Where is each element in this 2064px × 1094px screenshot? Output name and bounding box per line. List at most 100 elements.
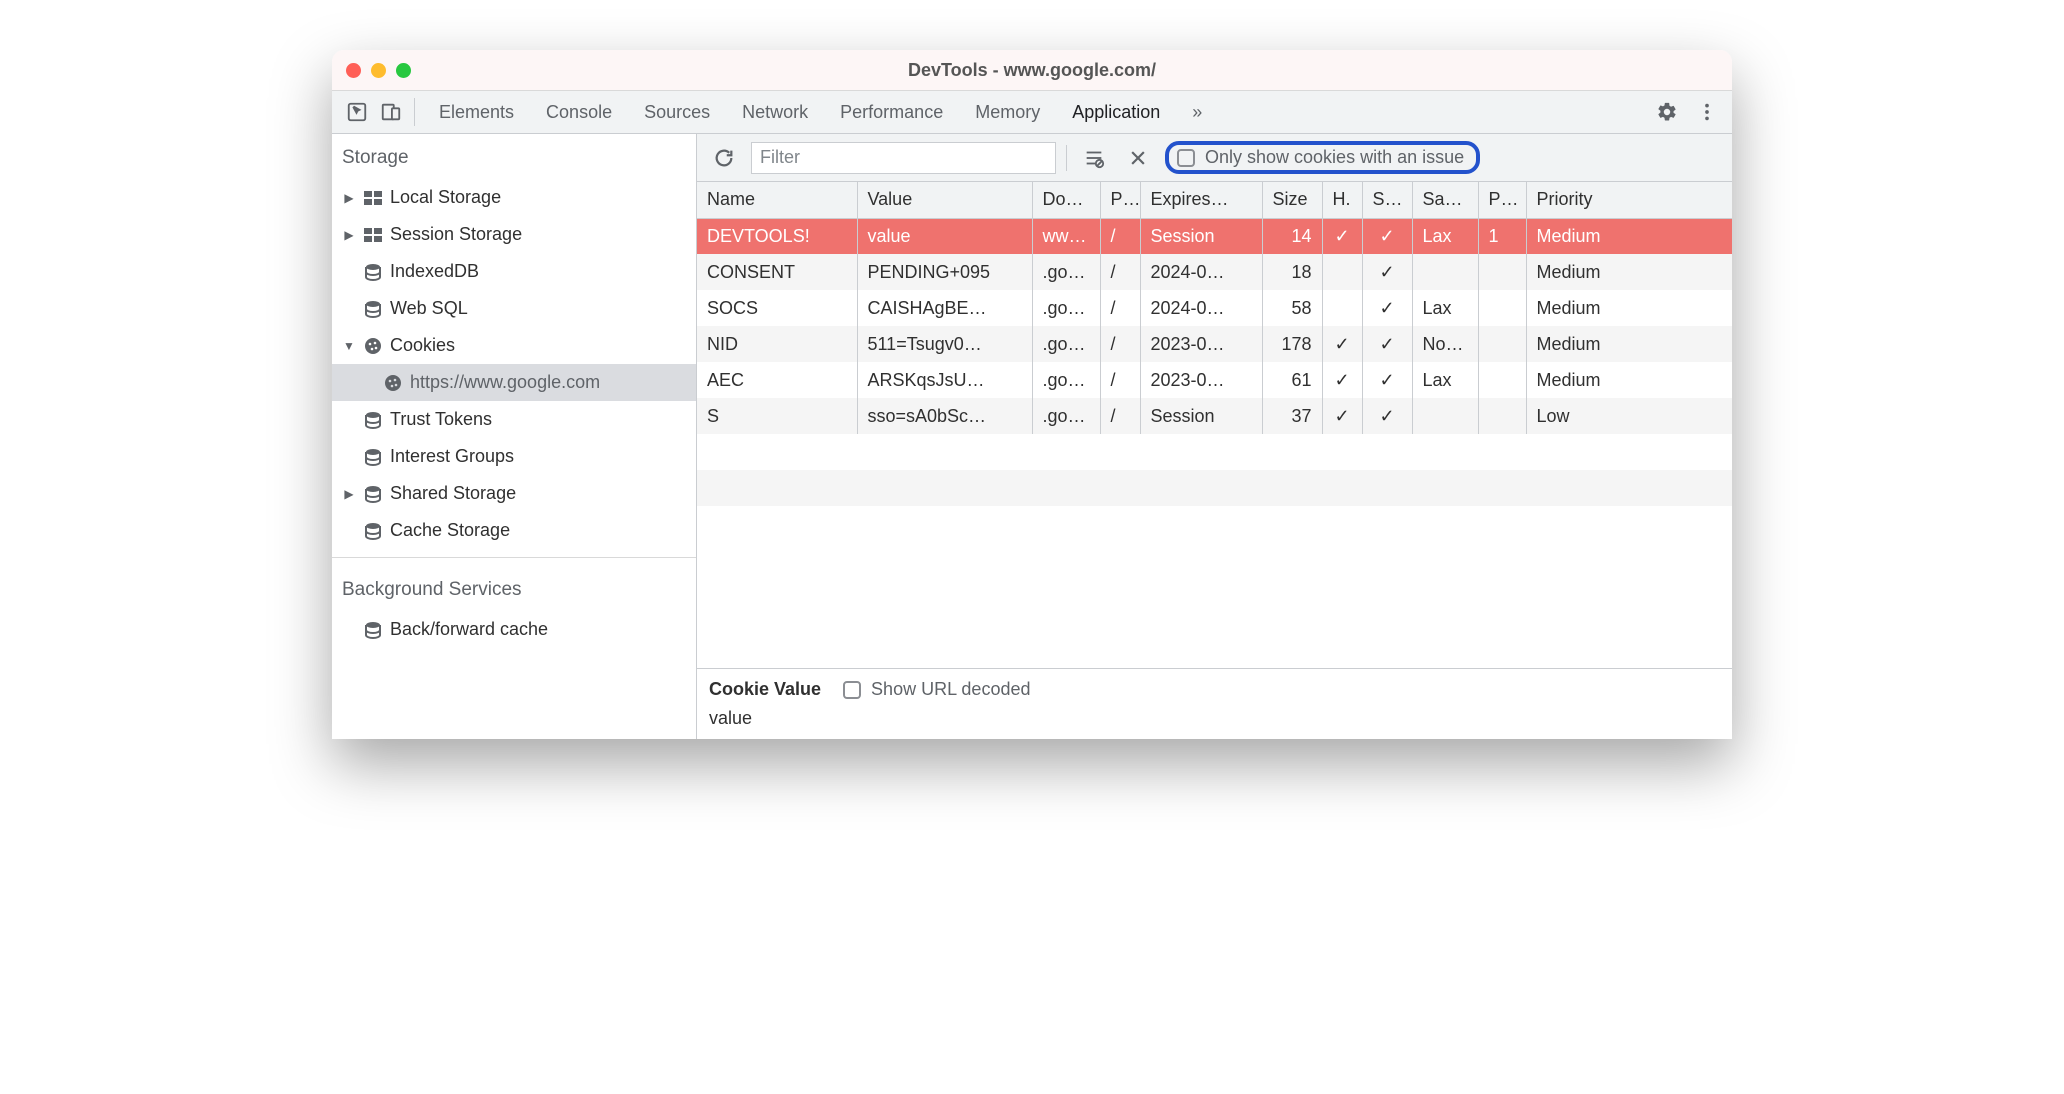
cell-size[interactable]: 178	[1262, 326, 1322, 362]
window-close-button[interactable]	[346, 63, 361, 78]
cell-http[interactable]: ✓	[1322, 326, 1362, 362]
col-domain[interactable]: Do…	[1032, 182, 1100, 218]
tab-application[interactable]: Application	[1072, 102, 1160, 123]
cell-value[interactable]: PENDING+095	[857, 254, 1032, 290]
cell-expires[interactable]: Session	[1140, 398, 1262, 434]
refresh-icon[interactable]	[707, 141, 741, 175]
cell-size[interactable]: 18	[1262, 254, 1322, 290]
cell-name[interactable]: DEVTOOLS!	[697, 218, 857, 254]
cell-secure[interactable]: ✓	[1362, 254, 1412, 290]
cell-value[interactable]: CAISHAgBE…	[857, 290, 1032, 326]
cell-priority[interactable]: Medium	[1526, 290, 1732, 326]
url-decoded-checkbox[interactable]	[843, 681, 861, 699]
cell-samesite[interactable]: Lax	[1412, 362, 1478, 398]
cell-priority[interactable]: Medium	[1526, 326, 1732, 362]
table-row[interactable]: DEVTOOLS!valueww…/Session14✓✓Lax1Medium	[697, 218, 1732, 254]
sidebar-item-bf-cache[interactable]: Back/forward cache	[332, 611, 696, 648]
sidebar-item-cache-storage[interactable]: Cache Storage	[332, 512, 696, 549]
cell-priority[interactable]: Medium	[1526, 362, 1732, 398]
window-maximize-button[interactable]	[396, 63, 411, 78]
cell-value[interactable]: sso=sA0bSc…	[857, 398, 1032, 434]
cell-partition[interactable]	[1478, 326, 1526, 362]
table-row[interactable]: NID511=Tsugv0….go…/2023-0…178✓✓No…Medium	[697, 326, 1732, 362]
cell-size[interactable]: 58	[1262, 290, 1322, 326]
tab-elements[interactable]: Elements	[439, 102, 514, 123]
filter-input[interactable]	[751, 142, 1056, 174]
cell-size[interactable]: 61	[1262, 362, 1322, 398]
cell-size[interactable]: 14	[1262, 218, 1322, 254]
url-decoded-toggle[interactable]: Show URL decoded	[843, 679, 1030, 700]
tab-network[interactable]: Network	[742, 102, 808, 123]
cell-secure[interactable]: ✓	[1362, 326, 1412, 362]
cell-path[interactable]: /	[1100, 218, 1140, 254]
col-partition[interactable]: P…	[1478, 182, 1526, 218]
col-samesite[interactable]: Sa…	[1412, 182, 1478, 218]
issues-checkbox[interactable]	[1177, 149, 1195, 167]
sidebar-item-local-storage[interactable]: ▶ Local Storage	[332, 179, 696, 216]
issues-filter-highlighted[interactable]: Only show cookies with an issue	[1165, 141, 1480, 174]
cell-priority[interactable]: Medium	[1526, 254, 1732, 290]
cell-secure[interactable]: ✓	[1362, 290, 1412, 326]
cell-http[interactable]	[1322, 290, 1362, 326]
tab-performance[interactable]: Performance	[840, 102, 943, 123]
cell-path[interactable]: /	[1100, 254, 1140, 290]
cell-name[interactable]: CONSENT	[697, 254, 857, 290]
sidebar-item-trust-tokens[interactable]: Trust Tokens	[332, 401, 696, 438]
sidebar-item-interest-groups[interactable]: Interest Groups	[332, 438, 696, 475]
sidebar-item-session-storage[interactable]: ▶ Session Storage	[332, 216, 696, 253]
col-expires[interactable]: Expires…	[1140, 182, 1262, 218]
delete-icon[interactable]	[1121, 141, 1155, 175]
col-path[interactable]: P…	[1100, 182, 1140, 218]
sidebar-item-cookie-origin[interactable]: https://www.google.com	[332, 364, 696, 401]
cell-domain[interactable]: .go…	[1032, 326, 1100, 362]
sidebar-item-indexeddb[interactable]: IndexedDB	[332, 253, 696, 290]
table-row[interactable]: SOCSCAISHAgBE….go…/2024-0…58 ✓Lax Medium	[697, 290, 1732, 326]
window-minimize-button[interactable]	[371, 63, 386, 78]
cell-domain[interactable]: .go…	[1032, 254, 1100, 290]
settings-icon[interactable]	[1650, 95, 1684, 129]
cell-expires[interactable]: 2024-0…	[1140, 254, 1262, 290]
cell-name[interactable]: SOCS	[697, 290, 857, 326]
tabs-overflow-icon[interactable]: »	[1192, 102, 1202, 123]
cell-partition[interactable]: 1	[1478, 218, 1526, 254]
table-row[interactable]: CONSENTPENDING+095.go…/2024-0…18 ✓ Medium	[697, 254, 1732, 290]
cell-http[interactable]	[1322, 254, 1362, 290]
kebab-menu-icon[interactable]	[1690, 95, 1724, 129]
table-row[interactable]: Ssso=sA0bSc….go…/Session37✓✓Low	[697, 398, 1732, 434]
cell-name[interactable]: S	[697, 398, 857, 434]
cell-samesite[interactable]: Lax	[1412, 290, 1478, 326]
cell-expires[interactable]: 2023-0…	[1140, 326, 1262, 362]
cell-http[interactable]: ✓	[1322, 362, 1362, 398]
cell-expires[interactable]: 2024-0…	[1140, 290, 1262, 326]
col-httponly[interactable]: H.	[1322, 182, 1362, 218]
col-size[interactable]: Size	[1262, 182, 1322, 218]
cell-domain[interactable]: .go…	[1032, 290, 1100, 326]
cell-domain[interactable]: .go…	[1032, 362, 1100, 398]
cell-secure[interactable]: ✓	[1362, 362, 1412, 398]
col-priority[interactable]: Priority	[1526, 182, 1732, 218]
clear-all-icon[interactable]	[1077, 141, 1111, 175]
sidebar-item-shared-storage[interactable]: ▶ Shared Storage	[332, 475, 696, 512]
cell-secure[interactable]: ✓	[1362, 398, 1412, 434]
cell-value[interactable]: value	[857, 218, 1032, 254]
tab-console[interactable]: Console	[546, 102, 612, 123]
sidebar-item-websql[interactable]: Web SQL	[332, 290, 696, 327]
cell-priority[interactable]: Low	[1526, 398, 1732, 434]
cell-secure[interactable]: ✓	[1362, 218, 1412, 254]
cell-size[interactable]: 37	[1262, 398, 1322, 434]
cell-path[interactable]: /	[1100, 326, 1140, 362]
cell-path[interactable]: /	[1100, 362, 1140, 398]
cell-partition[interactable]	[1478, 398, 1526, 434]
table-row[interactable]: AECARSKqsJsU….go…/2023-0…61✓✓LaxMedium	[697, 362, 1732, 398]
cell-priority[interactable]: Medium	[1526, 218, 1732, 254]
cell-name[interactable]: AEC	[697, 362, 857, 398]
col-value[interactable]: Value	[857, 182, 1032, 218]
cell-value[interactable]: 511=Tsugv0…	[857, 326, 1032, 362]
cell-domain[interactable]: .go…	[1032, 398, 1100, 434]
cell-samesite[interactable]	[1412, 254, 1478, 290]
cell-expires[interactable]: 2023-0…	[1140, 362, 1262, 398]
cell-path[interactable]: /	[1100, 290, 1140, 326]
cell-path[interactable]: /	[1100, 398, 1140, 434]
col-secure[interactable]: S…	[1362, 182, 1412, 218]
cell-partition[interactable]	[1478, 290, 1526, 326]
